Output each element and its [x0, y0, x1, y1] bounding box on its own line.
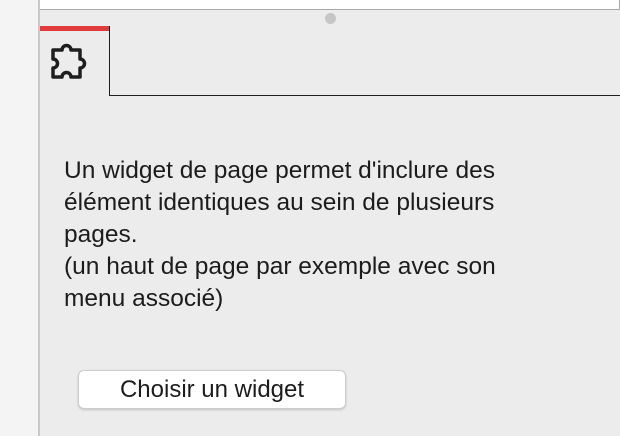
- left-gutter: [0, 0, 38, 436]
- tab-widget[interactable]: [40, 26, 110, 96]
- puzzle-piece-icon: [51, 43, 87, 79]
- tab-bar-divider: [109, 95, 620, 96]
- choose-widget-button[interactable]: Choisir un widget: [78, 370, 346, 409]
- resize-handle[interactable]: [325, 13, 336, 24]
- upper-content-area: [40, 0, 620, 10]
- tab-active-indicator: [40, 26, 109, 31]
- widget-description: Un widget de page permet d'inclure des é…: [64, 157, 496, 312]
